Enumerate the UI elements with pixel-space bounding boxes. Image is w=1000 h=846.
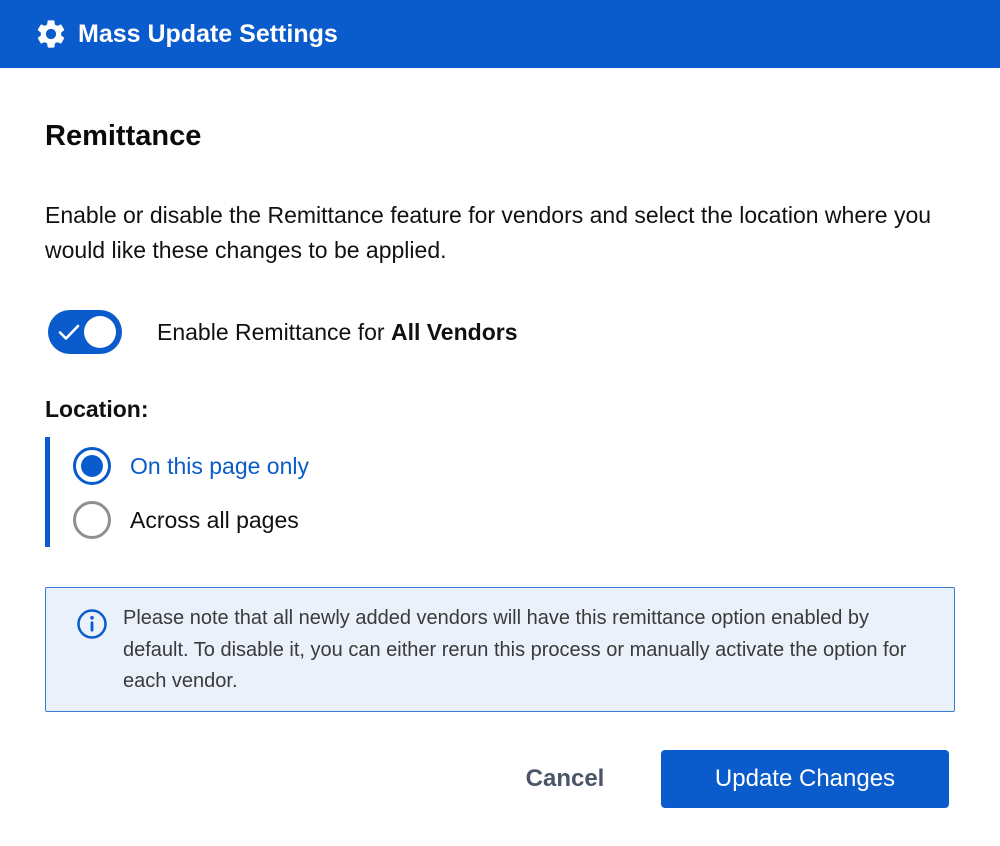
update-changes-button[interactable]: Update Changes [661, 750, 949, 808]
toggle-knob [84, 316, 116, 348]
location-radio-group: On this page only Across all pages [45, 437, 445, 547]
cancel-button[interactable]: Cancel [490, 750, 640, 808]
remittance-toggle-row: Enable Remittance for All Vendors [48, 310, 518, 354]
toggle-label-bold: All Vendors [390, 318, 518, 345]
checkmark-icon [58, 324, 80, 340]
radio-label-this-page: On this page only [130, 452, 310, 479]
radio-button-this-page[interactable] [73, 447, 111, 485]
toggle-label-prefix: Enable Remittance for [157, 318, 391, 345]
gear-icon [34, 17, 68, 51]
dialog-header: Mass Update Settings [0, 0, 1000, 68]
section-title: Remittance [45, 120, 202, 152]
mass-update-dialog: Mass Update Settings Remittance Enable o… [0, 0, 1000, 846]
radio-button-all-pages[interactable] [73, 501, 111, 539]
info-icon [77, 609, 107, 639]
radio-label-all-pages: Across all pages [130, 506, 299, 533]
info-notice: Please note that all newly added vendors… [45, 587, 955, 712]
dialog-title: Mass Update Settings [78, 19, 338, 48]
radio-option-all-pages[interactable]: Across all pages [73, 501, 299, 539]
toggle-label: Enable Remittance for All Vendors [157, 319, 518, 346]
section-description: Enable or disable the Remittance feature… [45, 202, 932, 263]
radio-option-this-page[interactable]: On this page only [73, 447, 309, 485]
location-label: Location: [45, 396, 149, 422]
notice-text: Please note that all newly added vendors… [123, 607, 907, 692]
remittance-toggle[interactable] [48, 310, 122, 354]
